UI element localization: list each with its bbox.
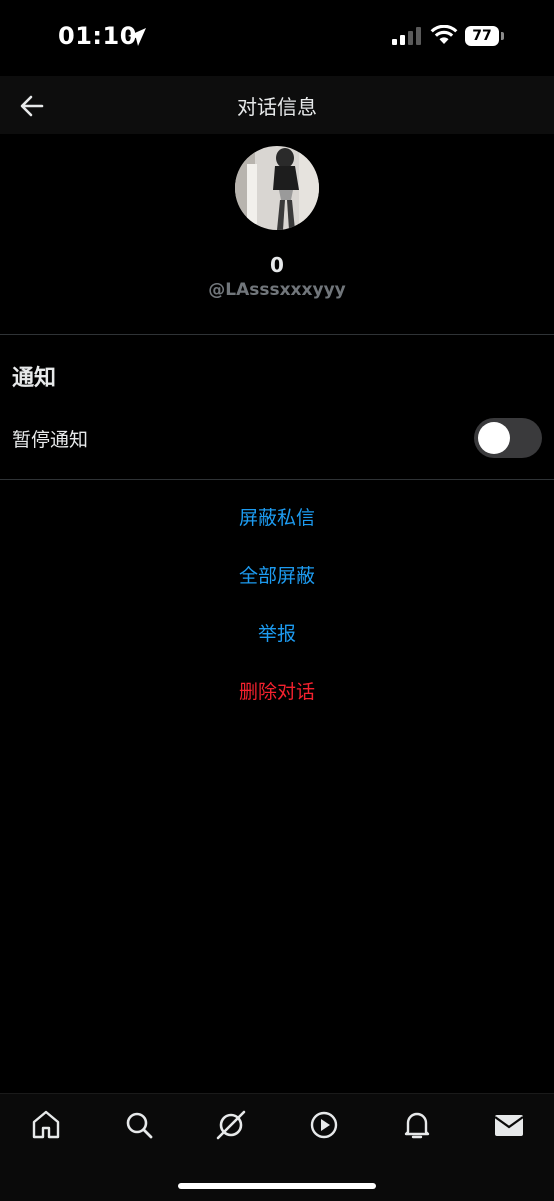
home-indicator [178, 1183, 376, 1189]
delete-conversation-button[interactable]: 删除对话 [0, 677, 554, 704]
block-all-button[interactable]: 全部屏蔽 [0, 561, 554, 588]
cellular-signal-icon [392, 27, 421, 45]
notifications-section-title: 通知 [12, 366, 57, 391]
wifi-icon [430, 25, 458, 44]
home-icon[interactable] [29, 1108, 63, 1142]
report-button[interactable]: 举报 [0, 619, 554, 646]
snooze-notifications-label: 暂停通知 [12, 429, 89, 451]
status-bar: 01:10 77 [0, 0, 554, 76]
video-icon[interactable] [307, 1108, 341, 1142]
battery-level: 77 [465, 26, 499, 46]
user-handle: @LAsssxxxyyy [208, 280, 346, 300]
top-app-bar: 对话信息 [0, 76, 554, 134]
location-arrow-icon [128, 28, 146, 46]
block-dm-button[interactable]: 屏蔽私信 [0, 503, 554, 530]
bell-icon[interactable] [400, 1108, 434, 1142]
toggle-knob [478, 422, 510, 454]
mail-icon[interactable] [492, 1108, 526, 1142]
display-name: 0 [270, 253, 284, 277]
search-icon[interactable] [122, 1108, 156, 1142]
profile-photo [235, 146, 319, 230]
page-title: 对话信息 [237, 95, 317, 119]
avatar[interactable] [235, 146, 319, 230]
section-divider [0, 479, 554, 480]
snooze-notifications-toggle[interactable] [474, 418, 542, 458]
grok-icon[interactable] [214, 1108, 248, 1142]
battery-tip [501, 32, 504, 40]
section-divider [0, 334, 554, 335]
